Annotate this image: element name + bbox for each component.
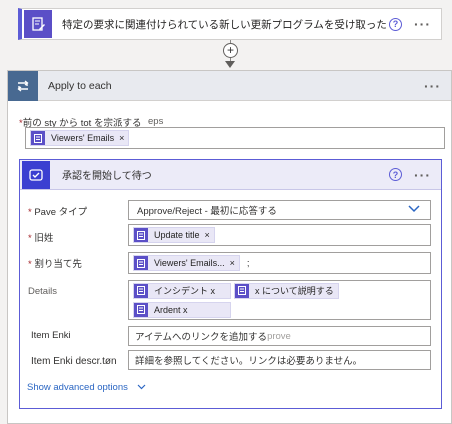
assigned-to-separator: ; (246, 257, 250, 269)
item-link-description-label: Item Enki descr.tøn (31, 356, 117, 367)
start-approval-card: 承認を開始して待つ ? ··· * Pave タイプ Approve/Rejec… (19, 159, 442, 409)
assigned-to-label: * 割り当て先 (28, 259, 82, 270)
approval-icon (22, 160, 50, 189)
remove-token-icon[interactable]: × (205, 230, 210, 240)
item-link-label: Item Enki (31, 330, 71, 341)
add-step-button[interactable]: + (223, 43, 238, 58)
approval-header[interactable]: 承認を開始して待つ ? ··· (20, 160, 441, 190)
ardent-token[interactable]: Ardent x (133, 301, 231, 318)
arrow-down-icon (225, 61, 235, 68)
remove-token-icon[interactable]: × (119, 133, 124, 143)
chevron-down-icon (137, 382, 146, 393)
document-icon (31, 131, 45, 145)
approval-title: 承認を開始して待つ (62, 171, 152, 182)
details-field[interactable]: インシデント x x について説明する Ardent x (128, 280, 431, 320)
title-label: * 旧姓 (28, 233, 54, 244)
chevron-down-icon[interactable] (408, 204, 420, 216)
item-link-description-field[interactable]: 詳細を参照してください。リンクは必要ありません。 (128, 350, 431, 370)
incident-token[interactable]: インシデント x (133, 282, 231, 299)
update-title-token[interactable]: Update title × (133, 227, 215, 243)
viewers-emails-token[interactable]: Viewers' Emails × (30, 130, 130, 146)
help-icon[interactable]: ? (389, 168, 402, 181)
trigger-title: 特定の要求に関連付けられている新しい更新プログラムを受け取ったとき (62, 18, 389, 31)
item-link-value: アイテムへのリンクを追加する (135, 332, 268, 343)
document-icon (134, 283, 148, 298)
apply-to-each-header[interactable]: Apply to each ··· (8, 70, 451, 101)
item-link-description-value: 詳細を参照してください。リンクは必要ありません。 (135, 356, 363, 367)
trigger-card[interactable]: 特定の要求に関連付けられている新しい更新プログラムを受け取ったとき ? ··· (18, 8, 442, 40)
approval-type-dropdown[interactable]: Approve/Reject - 最初に応答する (128, 200, 431, 220)
select-output-field[interactable]: Viewers' Emails × (25, 127, 445, 149)
assigned-to-field[interactable]: Viewers' Emails... × ; (128, 252, 431, 274)
document-edit-icon (24, 10, 52, 38)
item-link-field[interactable]: アイテムへのリンクを追加する prove (128, 326, 431, 346)
more-options-button[interactable]: ··· (414, 167, 431, 183)
document-icon (134, 256, 148, 270)
describe-token[interactable]: x について説明する (234, 282, 339, 299)
document-icon (134, 302, 148, 317)
title-field[interactable]: Update title × (128, 224, 431, 246)
help-icon[interactable]: ? (389, 17, 402, 31)
document-icon (235, 283, 249, 298)
apply-to-each-title: Apply to each (48, 79, 112, 92)
field-hint: eps (148, 116, 164, 127)
item-link-placeholder: prove (267, 330, 291, 342)
show-advanced-options-link[interactable]: Show advanced options (27, 382, 146, 393)
more-options-button[interactable]: ··· (424, 78, 441, 94)
approval-type-value: Approve/Reject - 最初に応答する (137, 206, 277, 217)
document-icon (134, 228, 148, 242)
remove-token-icon[interactable]: × (230, 258, 235, 268)
loop-icon (8, 70, 38, 101)
viewers-emails-token[interactable]: Viewers' Emails... × (133, 255, 240, 271)
approval-type-label: * Pave タイプ (28, 207, 88, 218)
apply-to-each-card: Apply to each ··· *前の sty から tot を宗派する e… (7, 70, 452, 424)
details-label: Details (28, 286, 58, 297)
more-options-button[interactable]: ··· (414, 16, 431, 32)
